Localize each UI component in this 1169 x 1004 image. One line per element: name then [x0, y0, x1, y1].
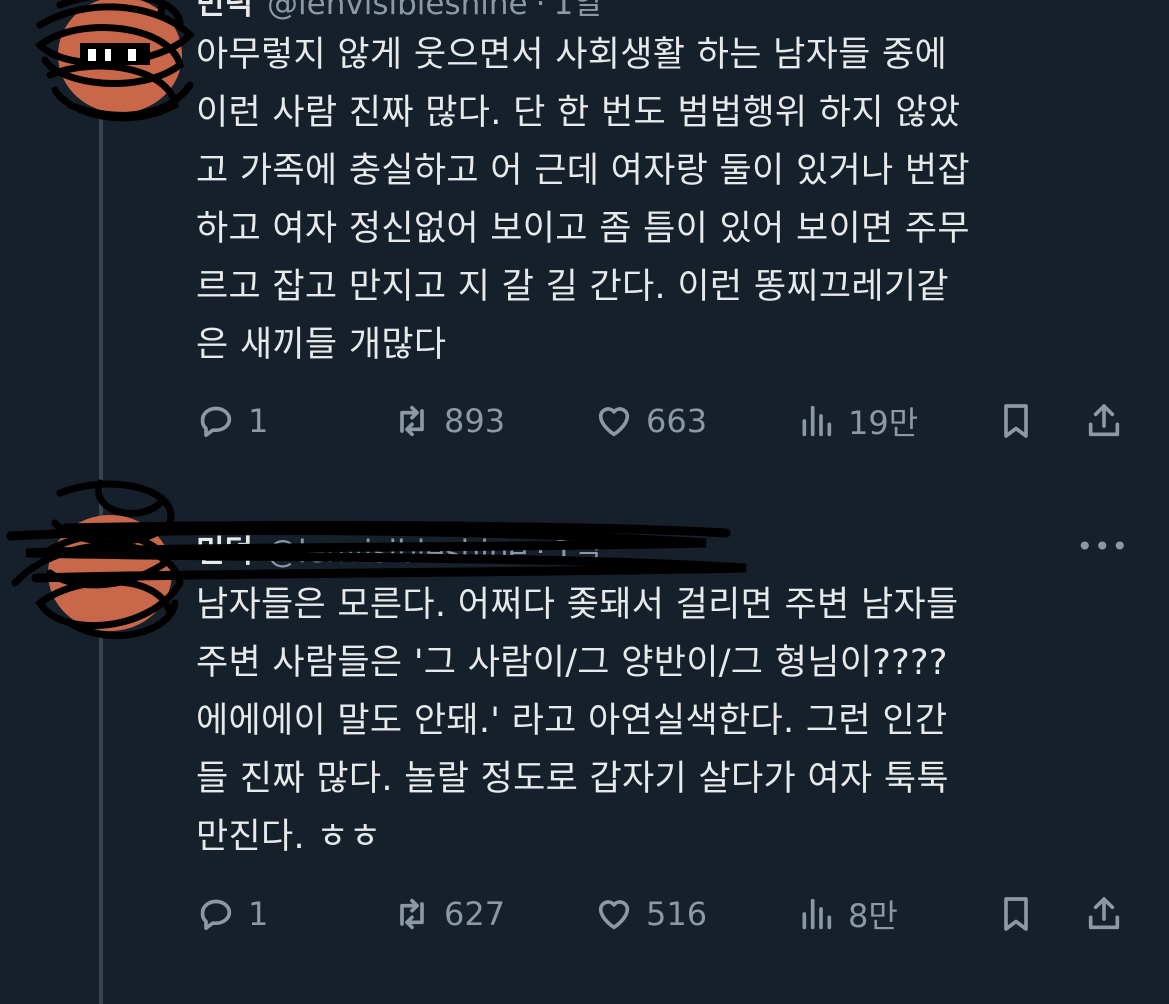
retweet-button[interactable]: 893 — [392, 396, 505, 446]
reply-icon — [200, 406, 232, 437]
reply-button[interactable]: 1 — [196, 396, 268, 446]
views-button[interactable]: 8만 — [796, 889, 898, 939]
like-button[interactable]: 516 — [594, 889, 707, 939]
retweet-count: 627 — [444, 895, 506, 933]
action-bar: 1 893 663 19만 — [196, 396, 1146, 446]
reply-count: 1 — [248, 402, 269, 440]
like-count: 663 — [646, 402, 708, 440]
user-handle[interactable]: @lenvisibleshine — [267, 0, 528, 22]
avatar[interactable] — [30, 0, 200, 155]
reply-icon — [200, 899, 232, 930]
share-button[interactable] — [1084, 889, 1124, 939]
bookmark-icon — [1004, 404, 1028, 438]
share-icon — [1088, 897, 1120, 930]
heart-icon — [598, 900, 630, 930]
display-name[interactable]: 민덕 — [196, 0, 253, 22]
tweet[interactable]: 민덕 @lenvisibleshine · 1일 아무렇지 않게 웃으면서 사회생활 … — [0, 0, 1169, 470]
avatar-redaction-scribble — [34, 0, 195, 122]
tweet-text: 남자들은 모른다. 어쩌다 좆돼서 걸리면 주변 남자들 주변 사람들은 '그 … — [196, 585, 959, 857]
bookmark-button[interactable] — [996, 396, 1036, 446]
views-icon — [802, 405, 832, 437]
reply-count: 1 — [248, 895, 269, 933]
header-separator: · — [535, 0, 546, 22]
share-button[interactable] — [1084, 396, 1124, 446]
views-icon — [802, 898, 832, 930]
tweet-header: 민덕 @lenvisibleshine · 1일 — [6, 521, 747, 583]
tweet-header: 민덕 @lenvisibleshine · 1일 — [196, 0, 602, 23]
reply-button[interactable]: 1 — [196, 889, 268, 939]
more-options-button[interactable]: ••• — [1076, 530, 1129, 563]
bookmark-button[interactable] — [996, 889, 1036, 939]
tweet-text: 아무렇지 않게 웃으면서 사회생활 하는 남자들 중에 이런 사람 진짜 많다.… — [196, 35, 970, 365]
retweet-count: 893 — [444, 402, 506, 440]
share-icon — [1088, 404, 1120, 437]
action-bar: 1 627 516 8만 — [196, 889, 1146, 939]
retweet-icon — [400, 898, 424, 930]
timestamp[interactable]: 1일 — [553, 0, 601, 22]
like-count: 516 — [646, 895, 708, 933]
views-button[interactable]: 19만 — [796, 396, 918, 446]
bookmark-icon — [1004, 897, 1028, 931]
retweet-icon — [400, 405, 424, 437]
like-button[interactable]: 663 — [594, 396, 707, 446]
views-count: 8만 — [848, 897, 898, 935]
heart-icon — [598, 407, 630, 437]
views-count: 19만 — [848, 404, 919, 442]
retweet-button[interactable]: 627 — [392, 889, 505, 939]
